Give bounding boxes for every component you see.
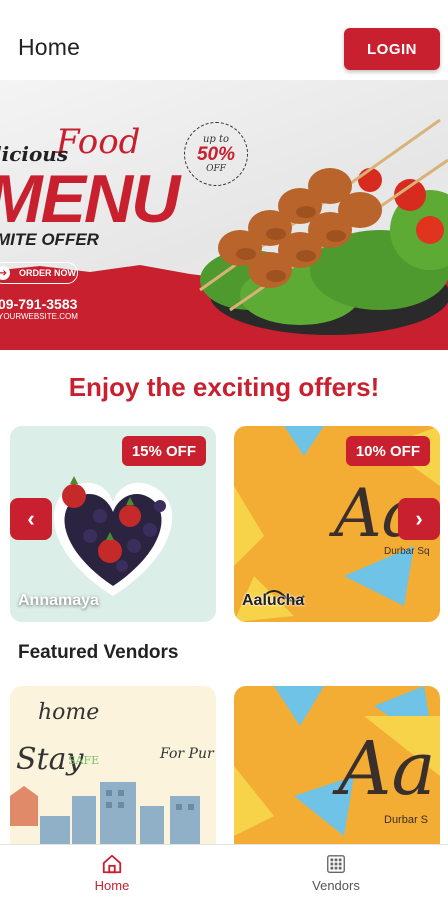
home-icon [102,854,122,874]
banner-script-text: Food [56,122,141,162]
carousel-next-button[interactable]: › [398,498,440,540]
vendor-card[interactable]: Aa Durbar S [234,686,440,846]
nav-label-vendors: Vendors [312,878,360,893]
featured-vendors-heading: Featured Vendors [18,642,179,663]
offers-heading: Enjoy the exciting offers! [68,372,380,402]
vendor-name: Annamaya [18,592,99,609]
stamp-bottom-text: OFF [206,164,226,174]
grid-icon [327,855,345,873]
nav-item-vendors[interactable]: Vendors [224,845,448,900]
promo-banner[interactable]: Food licious MENU MITE OFFER ➔ ORDER NOW… [0,80,448,350]
carousel-prev-button[interactable]: ‹ [10,498,52,540]
discount-badge: 10% OFF [345,436,430,466]
for-text: For Pur [160,746,214,762]
vendor-name: Aalucha [242,592,305,609]
nav-item-home[interactable]: Home [0,845,224,900]
stamp-percent: 50% [196,144,236,165]
banner-website: YOURWEBSITE.COM [0,312,78,321]
discount-stamp: up to 50% OFF [184,122,248,186]
discount-badge: 15% OFF [121,436,206,466]
banner-offer-text: MITE OFFER [0,230,99,249]
aa-text: Aa [338,726,436,812]
login-button[interactable]: LOGIN [344,28,440,70]
svg-text:Durbar Sq: Durbar Sq [384,546,430,557]
banner-menu-text: MENU [0,161,180,237]
vendor-card[interactable]: home Stay SAFE For Pur [10,686,216,846]
page-title: Home [18,34,81,60]
banner-order-button: ➔ ORDER NOW [0,262,78,284]
bottom-navigation: Home Vendors [0,844,448,900]
durbar-text: Durbar S [384,814,429,826]
nav-label-home: Home [94,878,130,893]
stay-home-text: home [38,700,100,725]
banner-phone: 09-791-3583 [0,296,78,312]
safe-text: SAFE [68,754,100,767]
arrow-right-icon: ➔ [0,266,10,280]
banner-order-label: ORDER NOW [19,268,76,278]
app-header: Home LOGIN [0,0,448,80]
